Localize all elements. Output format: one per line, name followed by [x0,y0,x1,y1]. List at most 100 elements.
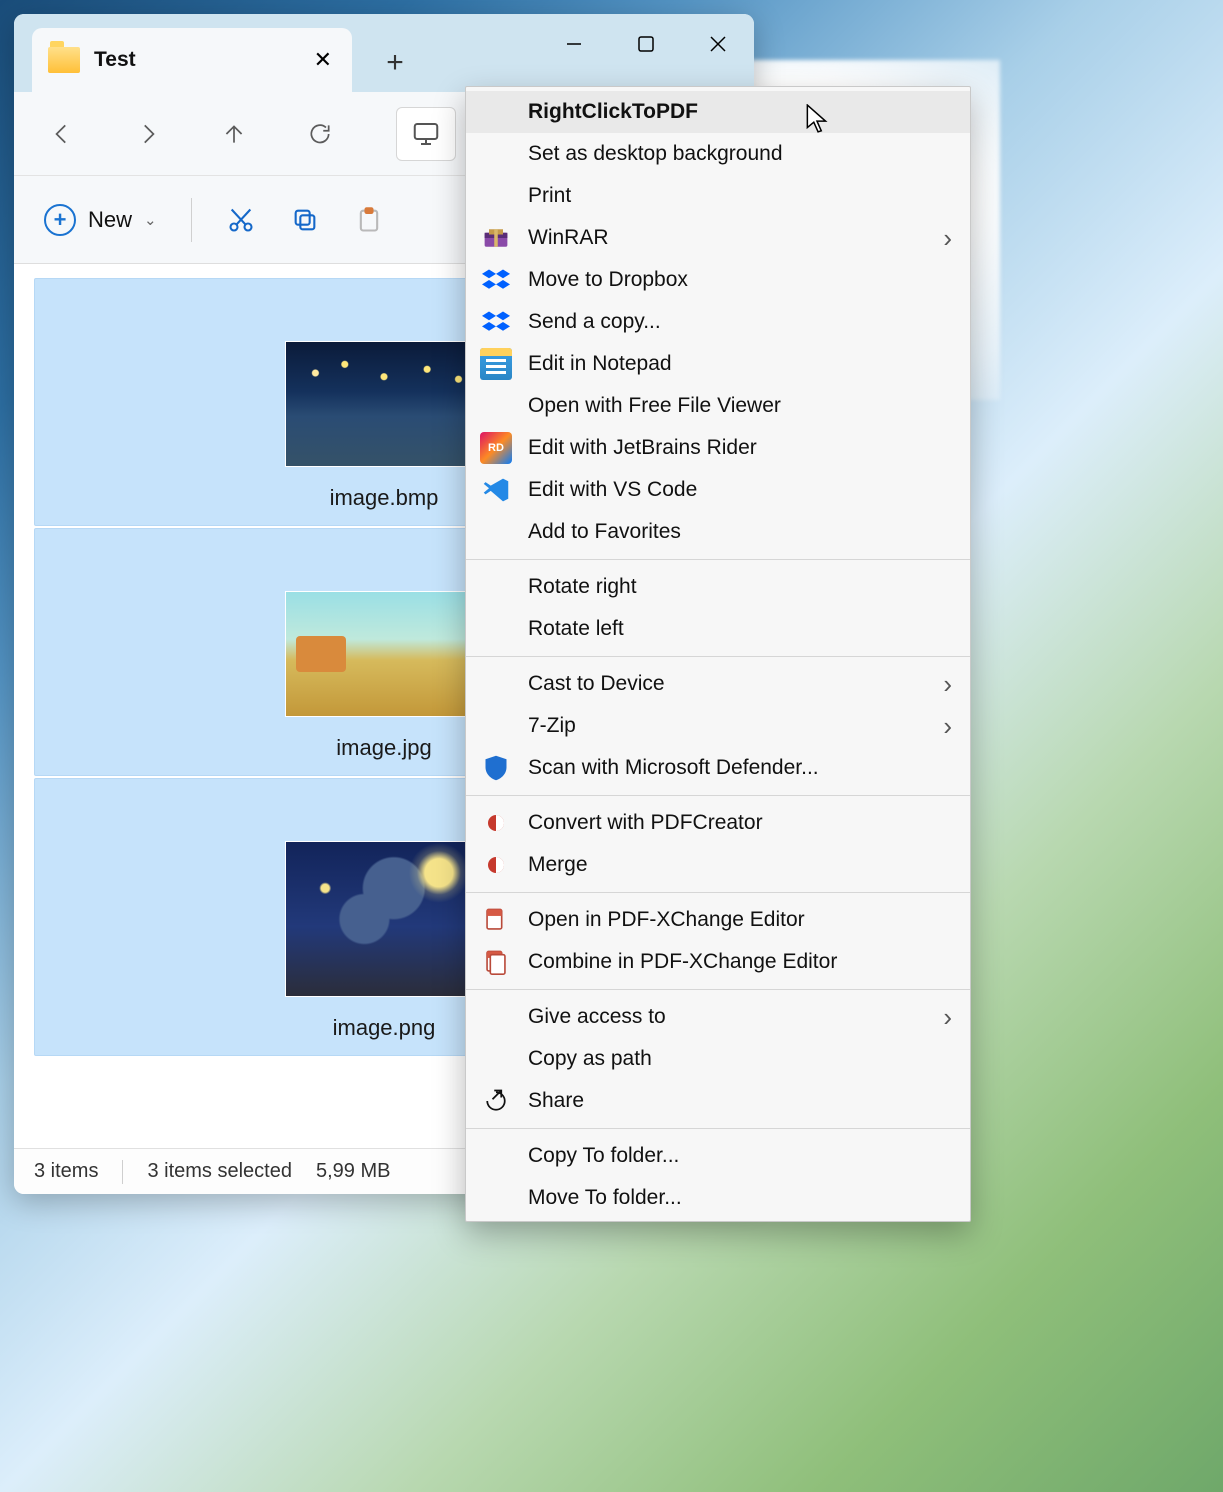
context-menu-item-label: Edit in Notepad [528,352,952,376]
context-menu: RightClickToPDF Set as desktop background… [465,86,971,1222]
blank-icon [480,668,512,700]
this-pc-icon[interactable] [396,107,456,161]
chevron-right-icon: › [943,223,952,254]
context-menu-item[interactable]: RightClickToPDF [466,91,970,133]
context-menu-item-label: Edit with JetBrains Rider [528,436,952,460]
back-button[interactable] [42,114,82,154]
forward-button[interactable] [128,114,168,154]
status-size: 5,99 MB [316,1160,390,1183]
context-menu-item[interactable]: Add to Favorites [466,511,970,553]
context-menu-item-label: Add to Favorites [528,520,952,544]
defender-icon [480,752,512,784]
new-button[interactable]: + New ⌄ [44,204,157,236]
context-menu-item[interactable]: Send a copy... [466,301,970,343]
context-menu-item[interactable]: Scan with Microsoft Defender... [466,747,970,789]
winrar-icon [480,222,512,254]
context-menu-item-label: Move to Dropbox [528,268,952,292]
plus-icon: + [44,204,76,236]
rider-icon: RD [480,432,512,464]
context-menu-item-label: Rotate left [528,617,952,641]
context-menu-item[interactable]: Set as desktop background [466,133,970,175]
context-menu-item[interactable]: WinRAR› [466,217,970,259]
pdfx-icon [480,904,512,936]
context-menu-item[interactable]: Cast to Device› [466,663,970,705]
blank-icon [480,516,512,548]
context-menu-item[interactable]: Open in PDF-XChange Editor [466,899,970,941]
context-menu-item[interactable]: 7-Zip› [466,705,970,747]
context-menu-item[interactable]: Give access to› [466,996,970,1038]
blank-icon [480,138,512,170]
context-menu-separator [466,795,970,796]
context-menu-item-label: Copy To folder... [528,1144,952,1168]
context-menu-separator [466,892,970,893]
context-menu-item[interactable]: Rotate left [466,608,970,650]
context-menu-item[interactable]: Move to Dropbox [466,259,970,301]
blank-icon [480,96,512,128]
new-button-label: New [88,207,132,233]
dropbox-icon [480,306,512,338]
share-icon [480,1085,512,1117]
context-menu-item-label: Print [528,184,952,208]
context-menu-item-label: Give access to [528,1005,943,1029]
blank-icon [480,710,512,742]
blank-icon [480,1140,512,1172]
cut-button[interactable] [226,205,256,235]
context-menu-item[interactable]: Edit in Notepad [466,343,970,385]
context-menu-item[interactable]: RD Edit with JetBrains Rider [466,427,970,469]
pdfx2-icon [480,946,512,978]
context-menu-item[interactable]: Share [466,1080,970,1122]
context-menu-item-label: Open in PDF-XChange Editor [528,908,952,932]
refresh-button[interactable] [300,114,340,154]
chevron-right-icon: › [943,1002,952,1033]
context-menu-item-label: Open with Free File Viewer [528,394,952,418]
context-menu-item[interactable]: Copy To folder... [466,1135,970,1177]
context-menu-item-label: Copy as path [528,1047,952,1071]
context-menu-item[interactable]: Copy as path [466,1038,970,1080]
blank-icon [480,1182,512,1214]
notepad-icon [480,348,512,380]
blank-icon [480,390,512,422]
blank-icon [480,1001,512,1033]
maximize-button[interactable] [610,14,682,74]
context-menu-separator [466,1128,970,1129]
window-controls [538,14,754,74]
context-menu-item-label: Cast to Device [528,672,943,696]
context-menu-item-label: Share [528,1089,952,1113]
context-menu-item[interactable]: Move To folder... [466,1177,970,1219]
context-menu-item[interactable]: Edit with VS Code [466,469,970,511]
paste-button[interactable] [354,205,384,235]
up-button[interactable] [214,114,254,154]
context-menu-item-label: WinRAR [528,226,943,250]
context-menu-item-label: Rotate right [528,575,952,599]
minimize-button[interactable] [538,14,610,74]
pdfcreator-icon [480,849,512,881]
context-menu-item-label: Set as desktop background [528,142,952,166]
close-window-button[interactable] [682,14,754,74]
status-item-count: 3 items [34,1160,98,1183]
folder-icon [48,47,80,73]
blank-icon [480,180,512,212]
new-tab-button[interactable]: + [374,42,416,84]
context-menu-item[interactable]: Combine in PDF-XChange Editor [466,941,970,983]
context-menu-item[interactable]: Open with Free File Viewer [466,385,970,427]
context-menu-item[interactable]: Print [466,175,970,217]
context-menu-item-label: Scan with Microsoft Defender... [528,756,952,780]
context-menu-item-label: Merge [528,853,952,877]
file-name: image.png [333,1015,436,1041]
close-tab-icon[interactable]: ✕ [310,43,336,77]
file-thumbnail [285,341,483,467]
copy-button[interactable] [290,205,320,235]
dropbox-icon [480,264,512,296]
separator [122,1160,123,1184]
blank-icon [480,571,512,603]
context-menu-item[interactable]: Convert with PDFCreator [466,802,970,844]
pdfcreator-icon [480,807,512,839]
chevron-right-icon: › [943,711,952,742]
vscode-icon [480,474,512,506]
tab-test[interactable]: Test ✕ [32,28,352,92]
context-menu-item-label: 7-Zip [528,714,943,738]
chevron-down-icon: ⌄ [144,211,157,229]
chevron-right-icon: › [943,669,952,700]
context-menu-item[interactable]: Merge [466,844,970,886]
context-menu-item[interactable]: Rotate right [466,566,970,608]
